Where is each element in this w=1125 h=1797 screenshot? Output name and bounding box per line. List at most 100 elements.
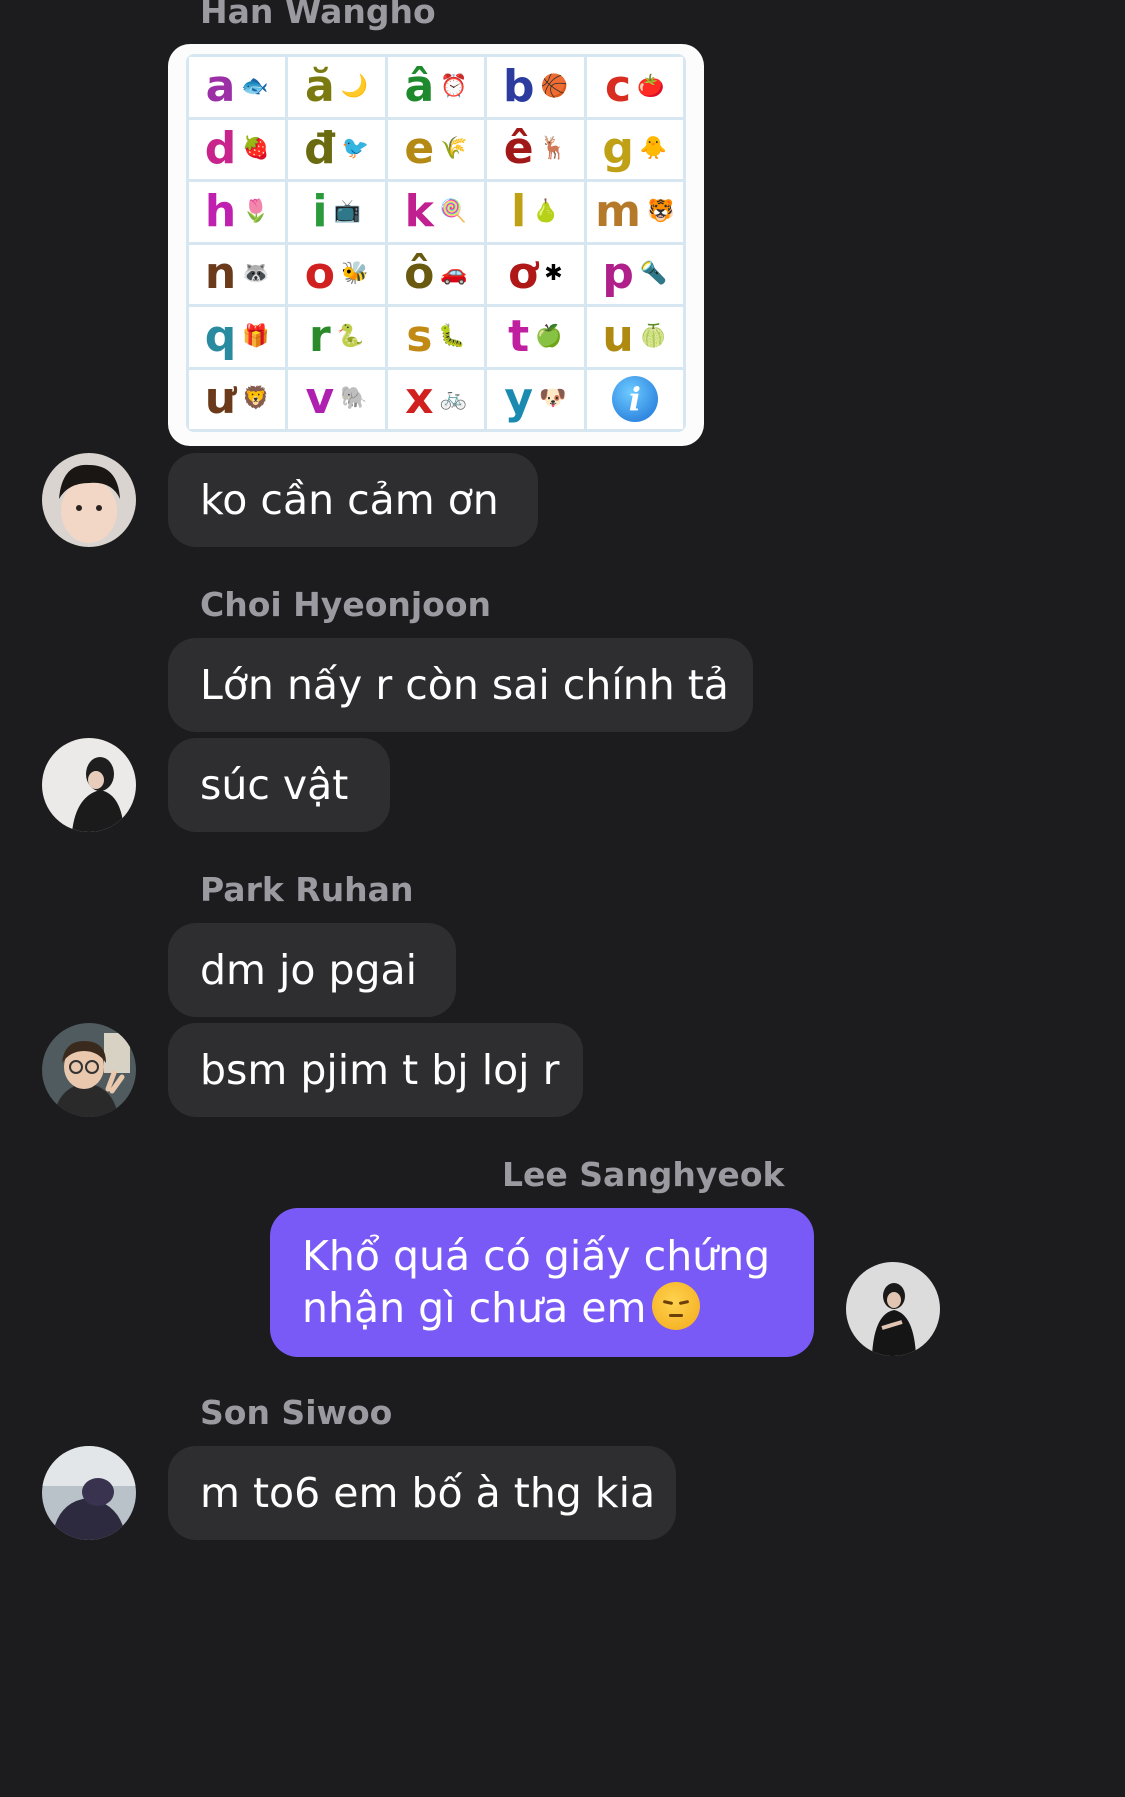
alphabet-letter: a [205,60,236,112]
avatar-son[interactable] [42,1446,136,1540]
message-bubble[interactable]: ko cần cảm ơn [168,453,538,547]
avatar-park[interactable] [42,1023,136,1117]
alphabet-letter: p [602,248,634,300]
alphabet-picture-icon: 🍅 [637,73,665,99]
alphabet-letter: t [508,310,530,362]
alphabet-letter: y [504,373,534,425]
sender-name-choi: Choi Hyeonjoon [200,585,492,624]
alphabet-letter: đ [304,123,336,175]
alphabet-picture-icon: 🍈 [639,323,668,349]
alphabet-letter: ô [404,248,435,300]
alphabet-cell: m 🐯 [586,182,683,242]
alphabet-picture-icon: 📺 [333,198,361,224]
alphabet-picture-icon: 🌾 [440,136,468,162]
alphabet-letter: ơ [508,248,539,300]
alphabet-picture-icon: 🦁 [242,386,270,412]
sender-name-han: Han Wangho [200,0,436,31]
alphabet-picture-icon: 🐛 [438,323,466,349]
alphabet-picture-icon: ✱ [544,261,563,287]
alphabet-letter: r [309,310,331,362]
alphabet-picture-icon: 🎁 [242,323,270,349]
alphabet-picture-icon: 🦝 [242,261,270,287]
alphabet-picture-icon: 🍏 [535,323,563,349]
alphabet-picture-icon: 🚲 [439,386,467,412]
alphabet-cell: u 🍈 [586,307,683,367]
alphabet-cell: t 🍏 [487,307,584,367]
alphabet-picture-icon: 🔦 [639,261,668,287]
alphabet-picture-icon: 🍭 [439,198,468,224]
alphabet-letter: u [602,310,634,362]
alphabet-cell: ư 🦁 [189,369,286,429]
alphabet-picture-icon: 🐥 [639,136,668,162]
message-bubble[interactable]: dm jo pgai [168,923,456,1017]
alphabet-cell: đ 🐦 [288,119,385,179]
alphabet-picture-icon: 🐯 [647,198,675,224]
alphabet-picture-icon: 🐘 [340,386,368,412]
my-message-bubble[interactable]: Khổ quá có giấy chứng nhận gì chưa em [270,1208,814,1357]
message-bubble[interactable]: Lớn nấy r còn sai chính tả [168,638,753,732]
alphabet-cell: n 🦝 [189,244,286,304]
alphabet-picture-icon: 🚗 [440,261,468,287]
info-icon: i [611,376,658,423]
alphabet-cell: ô 🚗 [387,244,485,304]
avatar-lee[interactable] [846,1262,940,1356]
pensive-face-emoji-icon [652,1282,701,1330]
alphabet-picture-icon: 🐍 [336,323,365,349]
alphabet-picture-icon: 🌷 [242,198,270,224]
alphabet-letter: h [204,185,237,237]
alphabet-letter: m [595,185,642,237]
alphabet-cell: i 📺 [288,182,385,242]
alphabet-letter: i [312,185,328,237]
alphabet-letter: x [405,373,434,425]
alphabet-cell: e 🌾 [387,119,485,179]
alphabet-cell: k 🍭 [387,182,485,242]
alphabet-letter: d [204,123,237,175]
message-bubble[interactable]: m to6 em bố à thg kia [168,1446,676,1540]
alphabet-cell: r 🐍 [288,307,385,367]
alphabet-cell: p 🔦 [586,244,683,304]
alphabet-letter: v [305,373,335,425]
alphabet-chart: a 🐟 ă 🌙 â ⏰ b 🏀 c 🍅 d 🍓 đ 🐦 e 🌾 ê 🦌 g 🐥 h 🌷 i 📺 k 🍭 l 🍐 m 🐯 n 🦝 o 🐝 ô 🚗 ơ ✱ p 🔦… [186,54,686,432]
alphabet-cell: ơ ✱ [487,244,584,304]
alphabet-cell: i [586,369,683,429]
alphabet-letter: k [404,185,434,237]
sender-name-park: Park Ruhan [200,870,414,909]
alphabet-letter: g [602,123,634,175]
alphabet-cell: b 🏀 [487,57,584,117]
avatar-choi[interactable] [42,738,136,832]
alphabet-picture-icon: 🌙 [340,73,369,99]
alphabet-cell: c 🍅 [586,57,683,117]
alphabet-letter: s [406,310,433,362]
alphabet-cell: y 🐶 [487,369,584,429]
sender-name-lee: Lee Sanghyeok [502,1155,785,1194]
alphabet-picture-icon: 🍐 [532,198,560,224]
alphabet-cell: q 🎁 [189,307,286,367]
avatar-han[interactable] [42,453,136,547]
alphabet-cell: ă 🌙 [288,57,385,117]
alphabet-letter: c [605,60,632,112]
sender-name-son: Son Siwoo [200,1393,393,1432]
message-bubble[interactable]: súc vật [168,738,390,832]
alphabet-picture-icon: 🦌 [539,136,568,162]
alphabet-picture-icon: 🐟 [241,73,269,99]
alphabet-cell: d 🍓 [189,119,286,179]
alphabet-letter: l [511,185,527,237]
alphabet-picture-icon: 🐝 [341,261,369,287]
alphabet-cell: h 🌷 [189,182,286,242]
message-bubble[interactable]: bsm pjim t bj loj r [168,1023,583,1117]
alphabet-picture-icon: 🏀 [540,73,568,99]
alphabet-cell: o 🐝 [288,244,385,304]
alphabet-cell: g 🐥 [586,119,683,179]
alphabet-picture-icon: 🐦 [341,136,370,162]
alphabet-letter: q [204,310,237,362]
alphabet-letter: e [404,123,435,175]
alphabet-picture-icon: ⏰ [440,73,468,99]
alphabet-cell: a 🐟 [189,57,286,117]
alphabet-cell: ê 🦌 [487,119,584,179]
message-text: Khổ quá có giấy chứng nhận gì chưa em [302,1232,771,1332]
alphabet-cell: â ⏰ [387,57,485,117]
alphabet-letter: ê [503,123,534,175]
alphabet-picture-icon: 🍓 [242,136,270,162]
alphabet-image-message[interactable]: a 🐟 ă 🌙 â ⏰ b 🏀 c 🍅 d 🍓 đ 🐦 e 🌾 ê 🦌 g 🐥 h 🌷 i 📺 k 🍭 l 🍐 m 🐯 n 🦝 o 🐝 ô 🚗 ơ ✱ p 🔦… [168,44,704,446]
alphabet-picture-icon: 🐶 [539,386,567,412]
